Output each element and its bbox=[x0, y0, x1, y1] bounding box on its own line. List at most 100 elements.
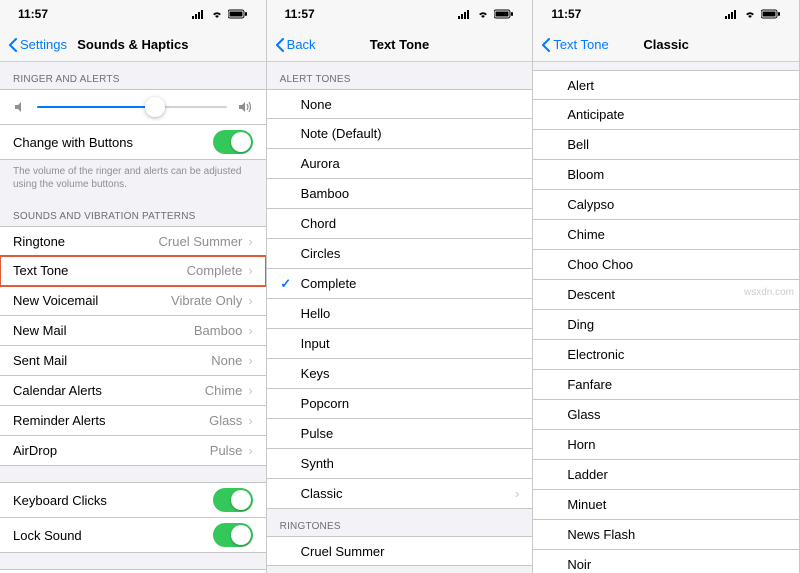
chevron-right-icon: › bbox=[248, 234, 252, 249]
tone-label: Chime bbox=[567, 227, 605, 242]
row-label: Text Tone bbox=[13, 263, 68, 278]
tone-row[interactable]: Noir bbox=[533, 550, 799, 573]
tone-row[interactable]: Alert bbox=[533, 70, 799, 100]
ringtones-list: Cruel Summer bbox=[267, 536, 533, 566]
nav-back-settings[interactable]: Settings bbox=[8, 37, 67, 52]
reminder-alerts-row[interactable]: Reminder Alerts Glass› bbox=[0, 406, 266, 436]
tone-row[interactable]: Minuet bbox=[533, 490, 799, 520]
tone-row[interactable]: News Flash bbox=[533, 520, 799, 550]
chevron-left-icon bbox=[541, 38, 551, 52]
tone-row[interactable]: Bloom bbox=[533, 160, 799, 190]
chevron-left-icon bbox=[275, 38, 285, 52]
change-with-buttons-row: Change with Buttons bbox=[0, 125, 266, 160]
volume-slider[interactable] bbox=[37, 106, 227, 108]
tone-label: News Flash bbox=[567, 527, 635, 542]
tone-label: Ding bbox=[567, 317, 594, 332]
chevron-right-icon: › bbox=[248, 353, 252, 368]
tone-row[interactable]: Pulse bbox=[267, 419, 533, 449]
row-label: Sent Mail bbox=[13, 353, 67, 368]
tone-row[interactable]: Popcorn bbox=[267, 389, 533, 419]
tone-row[interactable]: Electronic bbox=[533, 340, 799, 370]
tone-label: Circles bbox=[301, 246, 341, 261]
tone-row[interactable]: Keys bbox=[267, 359, 533, 389]
chevron-right-icon: › bbox=[248, 443, 252, 458]
row-value: Chime bbox=[205, 383, 243, 398]
tone-label: Complete bbox=[301, 276, 357, 291]
status-time: 11:57 bbox=[551, 7, 581, 21]
tone-row[interactable]: Chord bbox=[267, 209, 533, 239]
status-icons bbox=[192, 9, 248, 19]
tone-row[interactable]: None bbox=[267, 89, 533, 119]
panel-text-tone: 11:57 Back Text Tone ALERT TONES NoneNot… bbox=[267, 0, 534, 573]
signal-icon bbox=[192, 9, 206, 19]
tone-row[interactable]: Calypso bbox=[533, 190, 799, 220]
sent-mail-row[interactable]: Sent Mail None› bbox=[0, 346, 266, 376]
tone-row[interactable]: ✓ Complete bbox=[267, 269, 533, 299]
row-label: Ringtone bbox=[13, 234, 65, 249]
nav-bar: Back Text Tone bbox=[267, 28, 533, 62]
tone-label: Synth bbox=[301, 456, 334, 471]
tone-row[interactable]: Input bbox=[267, 329, 533, 359]
tone-row[interactable]: Circles bbox=[267, 239, 533, 269]
battery-icon bbox=[228, 9, 248, 19]
new-voicemail-row[interactable]: New Voicemail Vibrate Only› bbox=[0, 286, 266, 316]
tone-row[interactable]: Chime bbox=[533, 220, 799, 250]
calendar-alerts-row[interactable]: Calendar Alerts Chime› bbox=[0, 376, 266, 406]
airdrop-row[interactable]: AirDrop Pulse› bbox=[0, 436, 266, 466]
tone-row[interactable]: Fanfare bbox=[533, 370, 799, 400]
row-value: Pulse bbox=[210, 443, 243, 458]
slider-thumb[interactable] bbox=[145, 97, 165, 117]
status-icons bbox=[725, 9, 781, 19]
tone-row[interactable]: Ding bbox=[533, 310, 799, 340]
text-tone-row[interactable]: Text Tone Complete › bbox=[0, 256, 266, 286]
tone-row[interactable]: Bell bbox=[533, 130, 799, 160]
row-label: Lock Sound bbox=[13, 528, 82, 543]
nav-back[interactable]: Back bbox=[275, 37, 316, 52]
signal-icon bbox=[725, 9, 739, 19]
row-label: New Mail bbox=[13, 323, 66, 338]
tone-label: Minuet bbox=[567, 497, 606, 512]
tone-label: Hello bbox=[301, 306, 331, 321]
tone-row[interactable]: Bamboo bbox=[267, 179, 533, 209]
row-label: Calendar Alerts bbox=[13, 383, 102, 398]
row-value: Complete bbox=[187, 263, 243, 278]
tone-row[interactable]: Hello bbox=[267, 299, 533, 329]
nav-back-text-tone[interactable]: Text Tone bbox=[541, 37, 608, 52]
lock-sound-toggle[interactable] bbox=[213, 523, 253, 547]
keyboard-clicks-toggle[interactable] bbox=[213, 488, 253, 512]
tone-label: Fanfare bbox=[567, 377, 612, 392]
ringtone-row[interactable]: Cruel Summer bbox=[267, 536, 533, 566]
tone-label: Horn bbox=[567, 437, 595, 452]
tone-row[interactable]: Aurora bbox=[267, 149, 533, 179]
tone-row[interactable]: Synth bbox=[267, 449, 533, 479]
tone-label: Bell bbox=[567, 137, 589, 152]
new-mail-row[interactable]: New Mail Bamboo› bbox=[0, 316, 266, 346]
ringtone-row[interactable]: Ringtone Cruel Summer› bbox=[0, 226, 266, 256]
lock-sound-row: Lock Sound bbox=[0, 518, 266, 553]
classic-tones-list: AlertAnticipate Bell Bloom Calypso Chime Choo… bbox=[533, 70, 799, 573]
status-time: 11:57 bbox=[18, 7, 48, 21]
tone-row[interactable]: Ladder bbox=[533, 460, 799, 490]
tone-label: Ladder bbox=[567, 467, 607, 482]
tone-row[interactable]: Horn bbox=[533, 430, 799, 460]
battery-icon bbox=[494, 9, 514, 19]
tone-label: Chord bbox=[301, 216, 336, 231]
status-time: 11:57 bbox=[285, 7, 315, 21]
change-with-buttons-toggle[interactable] bbox=[213, 130, 253, 154]
tone-label: Bamboo bbox=[301, 186, 349, 201]
checkmark-icon: ✓ bbox=[277, 276, 295, 292]
content: AlertAnticipate Bell Bloom Calypso Chime Choo… bbox=[533, 62, 799, 573]
tone-row[interactable]: Anticipate bbox=[533, 100, 799, 130]
tone-row[interactable]: Classic› bbox=[267, 479, 533, 509]
tone-row[interactable]: Note (Default) bbox=[267, 119, 533, 149]
system-haptics-row: System Haptics bbox=[0, 569, 266, 573]
tone-label: Choo Choo bbox=[567, 257, 633, 272]
chevron-right-icon: › bbox=[248, 263, 252, 278]
tone-row[interactable]: Glass bbox=[533, 400, 799, 430]
tone-row[interactable]: Choo Choo bbox=[533, 250, 799, 280]
tone-label: Cruel Summer bbox=[301, 544, 385, 559]
nav-back-label: Back bbox=[287, 37, 316, 52]
chevron-left-icon bbox=[8, 38, 18, 52]
chevron-right-icon: › bbox=[248, 293, 252, 308]
tone-label: Bloom bbox=[567, 167, 604, 182]
